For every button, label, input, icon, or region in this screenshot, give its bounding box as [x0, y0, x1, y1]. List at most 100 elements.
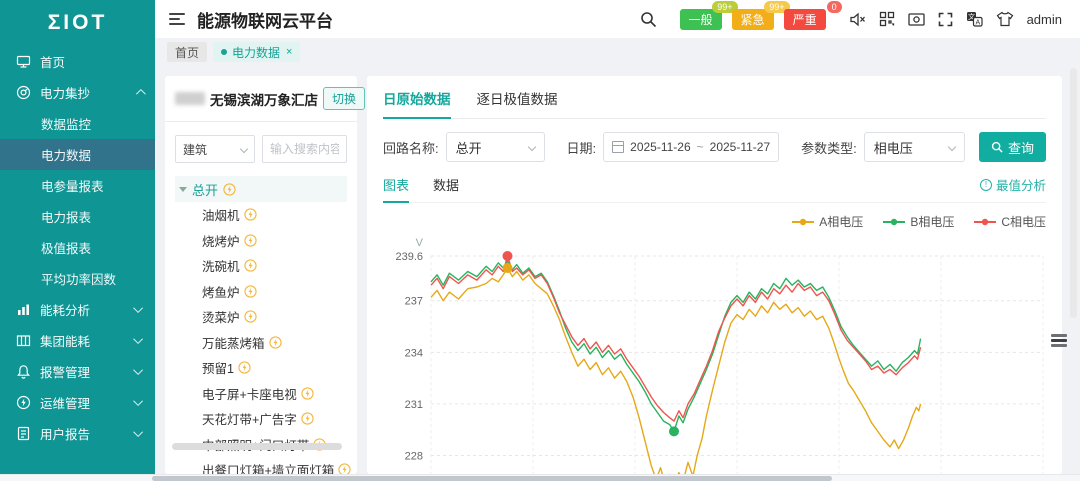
tree-node-预留1[interactable]: 预留1: [175, 355, 347, 381]
date-range-picker[interactable]: 2025-11-26 ~ 2025-11-27: [603, 132, 779, 162]
tree-node-label: 油烟机: [202, 205, 240, 224]
chart-svg: V239.6237234231228226.5: [383, 230, 1063, 481]
param-type-select[interactable]: 相电压: [864, 132, 965, 162]
sidebar-item-label: 运维管理: [40, 393, 90, 412]
tree-search-input[interactable]: [262, 135, 347, 163]
active-dot: [221, 49, 227, 55]
station-name: 无锡滨湖万象汇店: [210, 89, 318, 109]
power-bolt-icon: [244, 285, 257, 298]
sidebar-item-报警管理[interactable]: 报警管理: [0, 356, 155, 387]
alarm-badge-一般[interactable]: 一般99+: [680, 9, 722, 30]
breadcrumb-tab-首页[interactable]: 首页: [167, 42, 207, 62]
power-bolt-icon: [244, 234, 257, 247]
sidebar-item-首页[interactable]: 首页: [0, 46, 155, 77]
sidebar-item-能耗分析[interactable]: 能耗分析: [0, 294, 155, 325]
tree-hscrollbar[interactable]: [172, 443, 342, 450]
legend-marker: [883, 218, 905, 226]
close-icon[interactable]: ×: [286, 46, 292, 58]
chevron-icon: [133, 396, 143, 406]
svg-text:237: 237: [405, 296, 423, 308]
tree-node-label: 烤鱼炉: [202, 282, 240, 301]
tab-daily-extreme-data[interactable]: 逐日极值数据: [477, 88, 558, 118]
theme-shirt-icon[interactable]: [996, 11, 1014, 27]
query-button[interactable]: 查询: [979, 132, 1046, 162]
tree-node-电子屏+卡座电视[interactable]: 电子屏+卡座电视: [175, 381, 347, 407]
tree-node-洗碗机[interactable]: 洗碗机: [175, 253, 347, 279]
date-end[interactable]: 2025-11-27: [710, 140, 771, 154]
sidebar-item-运维管理[interactable]: 运维管理: [0, 387, 155, 418]
sidebar-subitem-数据监控[interactable]: 数据监控: [0, 108, 155, 139]
sidebar-item-集团能耗[interactable]: 集团能耗: [0, 325, 155, 356]
sidebar-item-用户报告[interactable]: 用户报告: [0, 418, 155, 449]
svg-text:234: 234: [405, 347, 423, 359]
circuit-value: 总开: [456, 138, 482, 157]
tree-node-label: 万能蒸烤箱: [202, 333, 265, 352]
legend-label: C相电压: [1001, 213, 1046, 230]
data-panel: 日原始数据 逐日极值数据 回路名称: 总开 日期: 2025-11-26 ~ 2…: [367, 76, 1062, 474]
sidebar-subitem-电力数据[interactable]: 电力数据: [0, 139, 155, 170]
breadcrumb-tab-电力数据[interactable]: 电力数据 ×: [213, 42, 300, 62]
sidebar-subitem-极值报表[interactable]: 极值报表: [0, 232, 155, 263]
extreme-analysis-link[interactable]: ! 最值分析: [980, 175, 1046, 202]
alarm-badge-紧急[interactable]: 紧急99+: [732, 9, 774, 30]
home-icon: [16, 54, 31, 69]
legend-item-A相电压[interactable]: A相电压: [792, 213, 863, 230]
svg-text:V: V: [416, 237, 424, 249]
search-icon[interactable]: [640, 11, 657, 28]
date-label: 日期:: [567, 138, 597, 157]
power-bolt-icon: [244, 259, 257, 272]
vertical-scrollbar[interactable]: [1070, 68, 1077, 318]
param-type-label: 参数类型:: [801, 138, 857, 157]
date-start[interactable]: 2025-11-26: [630, 140, 691, 154]
breadcrumb: 首页 电力数据 ×: [155, 38, 1080, 66]
translate-icon[interactable]: 文A: [966, 11, 983, 27]
sidebar-item-电力集抄[interactable]: 电力集抄: [0, 77, 155, 108]
power-bolt-icon: [223, 183, 236, 196]
legend-item-B相电压[interactable]: B相电压: [883, 213, 954, 230]
tree-node-烧烤炉[interactable]: 烧烤炉: [175, 228, 347, 254]
bars-icon: [16, 302, 31, 317]
tree-node-总开[interactable]: 总开: [175, 176, 347, 202]
sidebar: ΣIOT 首页电力集抄数据监控电力数据电参量报表电力报表极值报表平均功率因数能耗…: [0, 0, 155, 474]
tab-chart[interactable]: 图表: [383, 175, 409, 202]
circuit-select[interactable]: 总开: [446, 132, 545, 162]
sidebar-menu: 首页电力集抄数据监控电力数据电参量报表电力报表极值报表平均功率因数能耗分析集团能…: [0, 46, 155, 449]
tab-data[interactable]: 数据: [433, 175, 459, 202]
tree-type-select[interactable]: 建筑: [175, 135, 255, 163]
legend-marker: [792, 218, 814, 226]
mute-icon[interactable]: [849, 11, 866, 28]
qr-grid-icon[interactable]: [879, 11, 895, 27]
username[interactable]: admin: [1027, 12, 1062, 27]
breadcrumb-tab-label: 首页: [175, 44, 199, 61]
horizontal-scrollbar[interactable]: [0, 474, 1080, 481]
tree-node-烤鱼炉[interactable]: 烤鱼炉: [175, 279, 347, 305]
sidebar-item-label: 电力集抄: [40, 83, 90, 102]
sidebar-subitem-电力报表[interactable]: 电力报表: [0, 201, 155, 232]
sidebar-subitem-平均功率因数[interactable]: 平均功率因数: [0, 263, 155, 294]
caret-down-icon[interactable]: [179, 187, 187, 192]
breadcrumb-tab-label: 电力数据: [232, 44, 280, 61]
fullscreen-icon[interactable]: [938, 12, 953, 27]
svg-text:228: 228: [405, 451, 423, 463]
alarm-badge-严重[interactable]: 严重0: [784, 9, 826, 30]
tree-node-天花灯带+广告字[interactable]: 天花灯带+广告字: [175, 406, 347, 432]
anchor-toc-icon[interactable]: [1051, 334, 1067, 347]
tree-node-label: 烫菜炉: [202, 307, 240, 326]
legend-item-C相电压[interactable]: C相电压: [974, 213, 1046, 230]
sidebar-item-label: 集团能耗: [40, 331, 90, 350]
tree-node-油烟机[interactable]: 油烟机: [175, 202, 347, 228]
content-area: 无锡滨湖万象汇店 切换 建筑 总开油烟机烧烤炉洗碗机烤鱼炉烫菜炉万能蒸烤箱预留1…: [155, 66, 1080, 474]
sidebar-subitem-电参量报表[interactable]: 电参量报表: [0, 170, 155, 201]
svg-text:239.6: 239.6: [395, 251, 423, 263]
tree-node-万能蒸烤箱[interactable]: 万能蒸烤箱: [175, 330, 347, 356]
collapse-sidebar-icon[interactable]: [169, 13, 185, 25]
horizontal-scrollbar-thumb[interactable]: [152, 476, 832, 481]
power-bolt-icon: [301, 412, 314, 425]
tab-daily-raw-data[interactable]: 日原始数据: [383, 88, 451, 118]
chevron-icon: [136, 89, 146, 99]
app-window: ΣIOT 首页电力集抄数据监控电力数据电参量报表电力报表极值报表平均功率因数能耗…: [0, 0, 1080, 474]
tree-node-烫菜炉[interactable]: 烫菜炉: [175, 304, 347, 330]
tree-node-label: 电子屏+卡座电视: [202, 384, 297, 403]
switch-station-button[interactable]: 切换: [323, 87, 365, 110]
screenshot-icon[interactable]: [908, 12, 925, 27]
